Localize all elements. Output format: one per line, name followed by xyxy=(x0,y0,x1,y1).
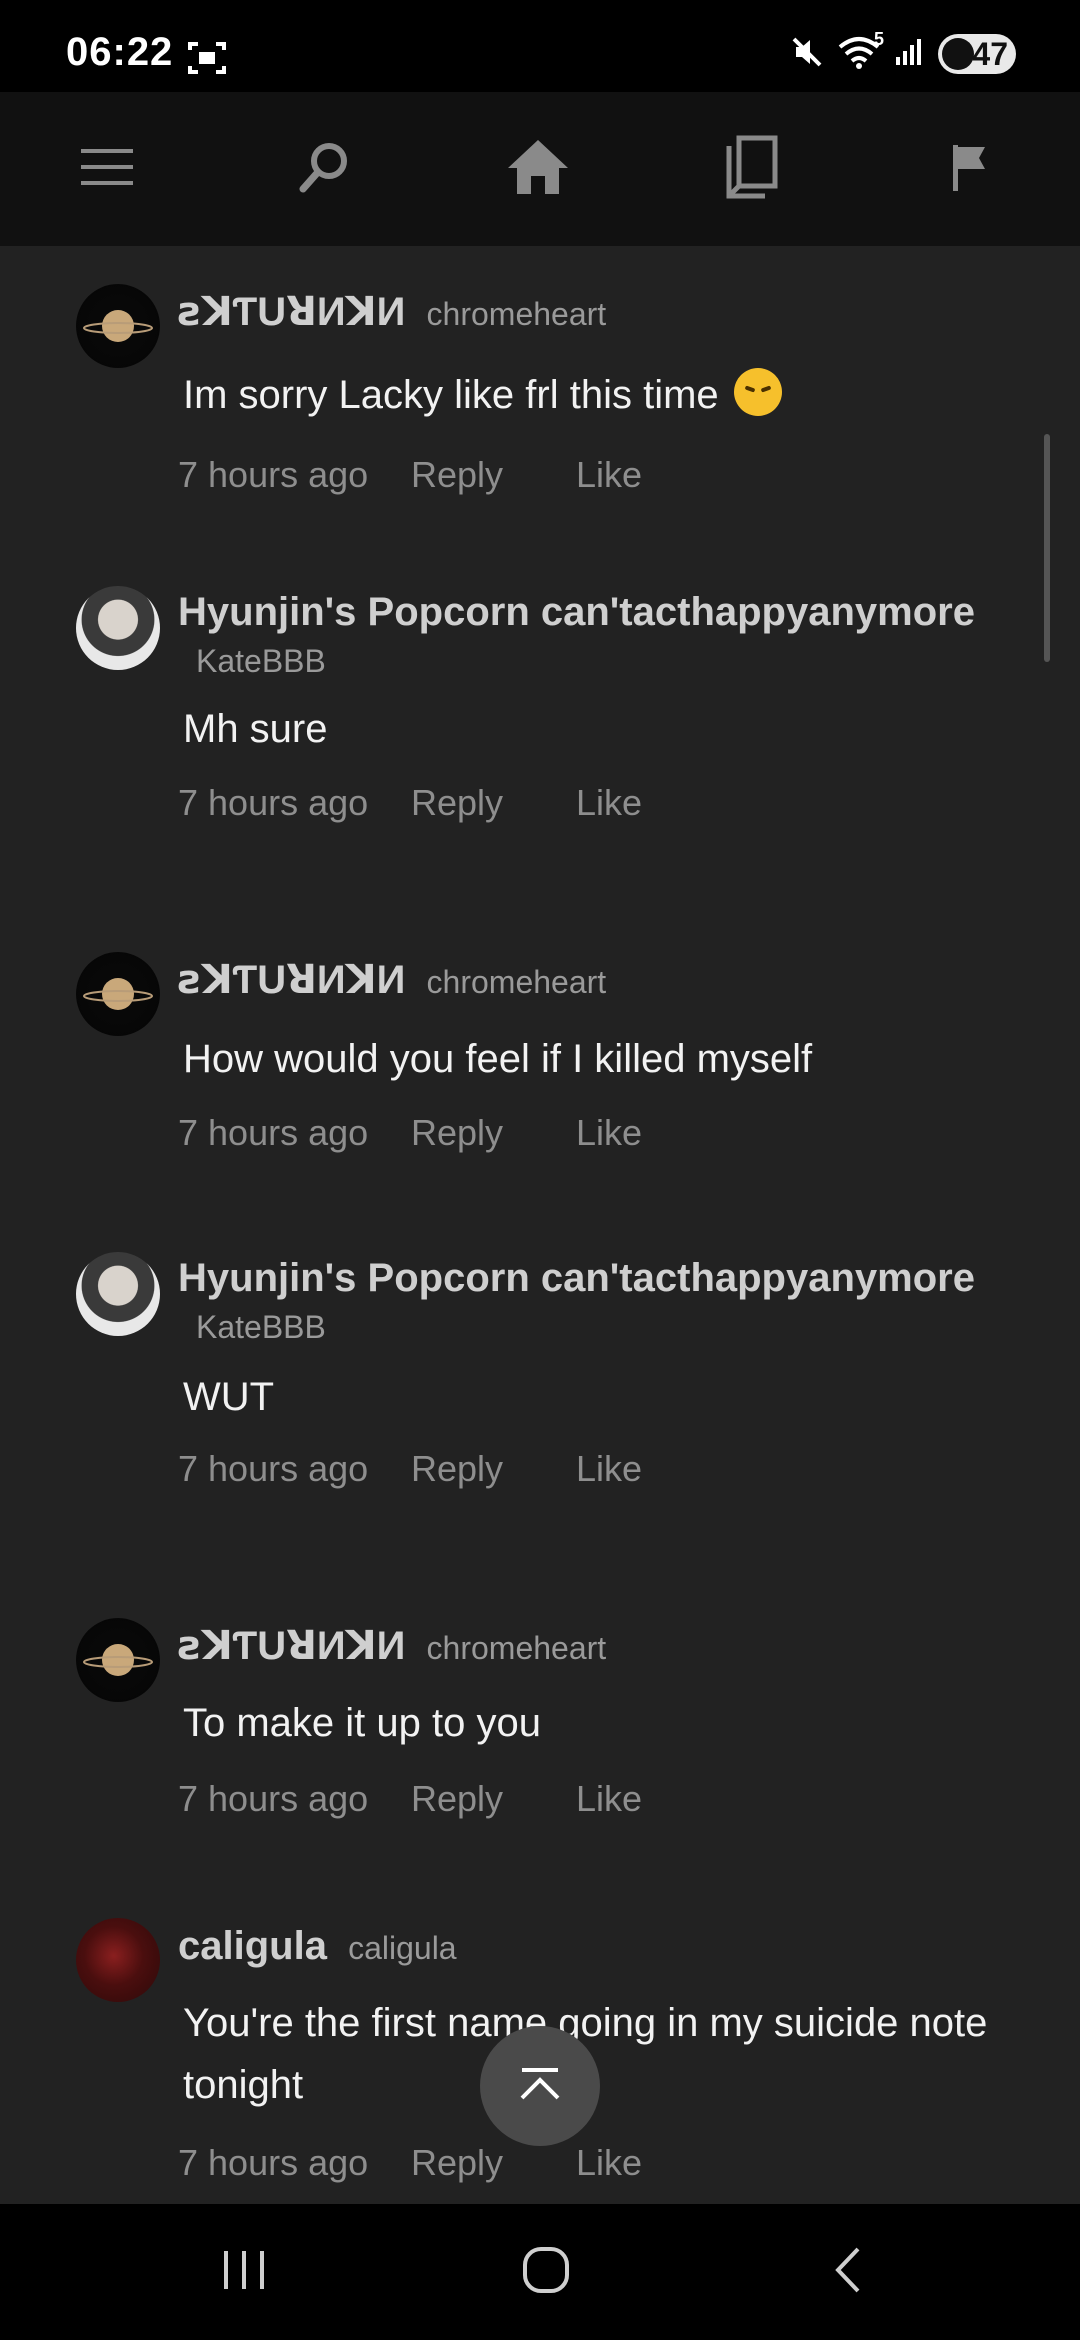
author-name[interactable]: Hyunjin's Popcorn can'tacthappyanymore xyxy=(178,590,975,634)
screenshot-icon xyxy=(188,40,226,81)
comment-text: Mh sure xyxy=(183,707,328,751)
author-username[interactable]: KateBBB xyxy=(196,1304,1020,1350)
like-button[interactable]: Like xyxy=(576,780,642,826)
report-button[interactable] xyxy=(934,134,1004,204)
scroll-to-top-button[interactable] xyxy=(480,2026,600,2146)
comment-meta: 7 hours ago Reply Like xyxy=(178,1776,642,1822)
status-icons: 5 47 xyxy=(790,29,1016,76)
saturn-avatar[interactable] xyxy=(76,1618,160,1702)
comment-text: How would you feel if I killed myself xyxy=(183,1037,813,1081)
comment-item: Hyunjin's Popcorn can'tacthappyanymore K… xyxy=(0,586,1080,926)
caligula-avatar[interactable] xyxy=(76,1918,160,2002)
home-icon xyxy=(506,138,570,201)
comment-time: 7 hours ago xyxy=(178,1448,369,1489)
author-username[interactable]: chromeheart xyxy=(427,1630,607,1666)
popcorn-avatar[interactable] xyxy=(76,1252,160,1336)
search-icon xyxy=(297,139,353,200)
wifi-icon: 5 xyxy=(838,29,884,74)
network-type-label: 5 xyxy=(873,28,884,49)
comment-item: ꙅꓘƬUꓤИꓘИ chromeheart Im sorry Lacky like… xyxy=(0,284,1080,584)
comment-item: Hyunjin's Popcorn can'tacthappyanymore K… xyxy=(0,1252,1080,1592)
author-name[interactable]: caligula xyxy=(178,1924,327,1968)
author-username[interactable]: chromeheart xyxy=(427,296,607,332)
system-navigation-bar xyxy=(0,2204,1080,2340)
comment-time: 7 hours ago xyxy=(178,782,369,823)
mute-icon xyxy=(790,35,824,74)
comment-meta: 7 hours ago Reply Like xyxy=(178,1446,642,1492)
author-username[interactable]: KateBBB xyxy=(196,638,1020,684)
author-name[interactable]: Hyunjin's Popcorn can'tacthappyanymore xyxy=(178,1256,975,1300)
reply-button[interactable]: Reply xyxy=(411,2140,503,2186)
comment-time: 7 hours ago xyxy=(178,454,369,495)
saturn-avatar[interactable] xyxy=(76,952,160,1036)
back-icon xyxy=(830,2245,866,2300)
comment-text: WUT xyxy=(183,1375,275,1419)
author-username[interactable]: chromeheart xyxy=(427,964,607,1000)
menu-button[interactable] xyxy=(72,134,142,204)
top-navigation xyxy=(0,92,1080,246)
like-button[interactable]: Like xyxy=(576,1446,642,1492)
home-system-button[interactable] xyxy=(506,2232,586,2312)
menu-icon xyxy=(79,143,135,196)
author-username[interactable]: caligula xyxy=(348,1930,457,1966)
saturn-avatar[interactable] xyxy=(76,284,160,368)
battery-level: 47 xyxy=(972,35,1008,72)
comment-meta: 7 hours ago Reply Like xyxy=(178,452,642,498)
comment-time: 7 hours ago xyxy=(178,1778,369,1819)
comment-text: To make it up to you xyxy=(183,1701,541,1745)
reply-button[interactable]: Reply xyxy=(411,452,503,498)
comment-item: ꙅꓘƬUꓤИꓘИ chromeheart To make it up to yo… xyxy=(0,1618,1080,1898)
library-button[interactable] xyxy=(718,134,788,204)
comment-time: 7 hours ago xyxy=(178,2142,369,2183)
author-name[interactable]: ꙅꓘƬUꓤИꓘИ xyxy=(178,290,405,334)
home-circle-icon xyxy=(521,2245,571,2300)
reply-button[interactable]: Reply xyxy=(411,1446,503,1492)
comment-text: Im sorry Lacky like frl this time xyxy=(183,364,1040,426)
home-button[interactable] xyxy=(503,134,573,204)
reply-button[interactable]: Reply xyxy=(411,1110,503,1156)
like-button[interactable]: Like xyxy=(576,1776,642,1822)
recent-apps-button[interactable] xyxy=(204,2232,284,2312)
comment-time: 7 hours ago xyxy=(178,1112,369,1153)
like-button[interactable]: Like xyxy=(576,2140,642,2186)
reply-button[interactable]: Reply xyxy=(411,1776,503,1822)
comment-meta: 7 hours ago Reply Like xyxy=(178,1110,642,1156)
popcorn-avatar[interactable] xyxy=(76,586,160,670)
like-button[interactable]: Like xyxy=(576,1110,642,1156)
signal-icon xyxy=(894,37,924,72)
battery-saver-icon xyxy=(942,38,974,70)
comment-item: ꙅꓘƬUꓤИꓘИ chromeheart How would you feel … xyxy=(0,952,1080,1232)
comment-meta: 7 hours ago Reply Like xyxy=(178,2140,642,2186)
reply-button[interactable]: Reply xyxy=(411,780,503,826)
status-bar: 06:22 5 47 xyxy=(0,0,1080,92)
chevron-up-icon xyxy=(518,2066,562,2107)
search-button[interactable] xyxy=(290,134,360,204)
recent-apps-icon xyxy=(219,2247,269,2298)
author-name[interactable]: ꙅꓘƬUꓤИꓘИ xyxy=(178,958,405,1002)
comment-meta: 7 hours ago Reply Like xyxy=(178,780,642,826)
flag-icon xyxy=(947,141,991,198)
author-name[interactable]: ꙅꓘƬUꓤИꓘИ xyxy=(178,1624,405,1668)
like-button[interactable]: Like xyxy=(576,452,642,498)
status-time: 06:22 xyxy=(66,30,174,74)
library-icon xyxy=(725,134,781,205)
back-button[interactable] xyxy=(808,2232,888,2312)
comment-list[interactable]: ꙅꓘƬUꓤИꓘИ chromeheart Im sorry Lacky like… xyxy=(0,246,1080,2204)
battery-indicator: 47 xyxy=(938,34,1016,74)
disappointed-face-emoji xyxy=(733,368,782,416)
